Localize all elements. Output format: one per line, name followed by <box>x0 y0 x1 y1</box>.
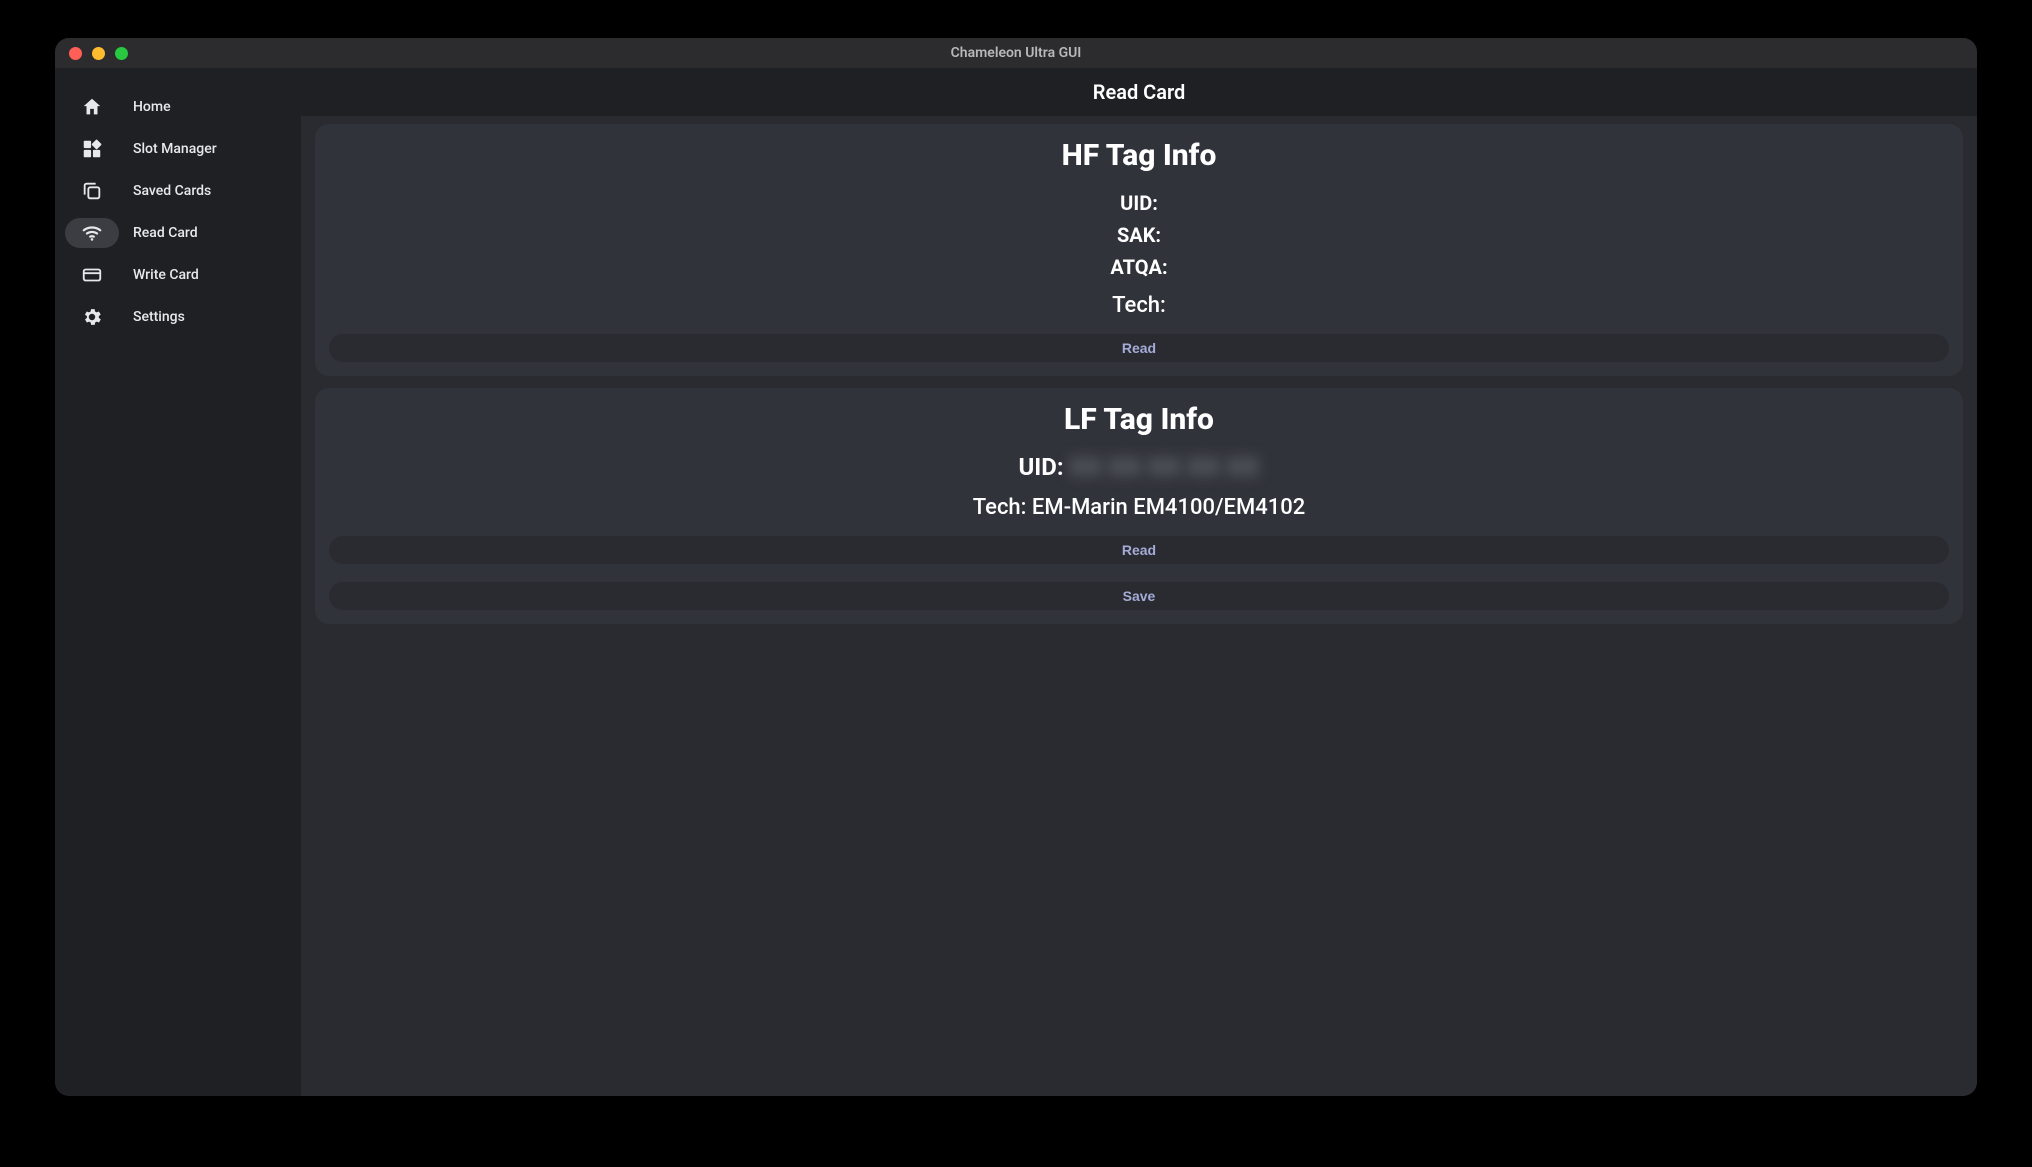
window-title: Chameleon Ultra GUI <box>55 45 1977 61</box>
hf-atqa-label: ATQA: <box>1110 255 1167 279</box>
sidebar-item-label: Saved Cards <box>133 183 211 199</box>
lf-heading: LF Tag Info <box>1064 402 1214 437</box>
wifi-icon <box>81 222 103 244</box>
lf-save-button[interactable]: Save <box>329 582 1949 610</box>
sidebar-item-label: Slot Manager <box>133 141 217 157</box>
hf-sak-label: SAK: <box>1117 223 1161 247</box>
traffic-lights <box>55 47 128 60</box>
hf-heading: HF Tag Info <box>1062 138 1217 173</box>
credit-card-icon <box>81 264 103 286</box>
widgets-icon <box>81 138 103 160</box>
sidebar-item-label: Home <box>133 99 171 115</box>
sidebar-item-write-card[interactable]: Write Card <box>55 254 301 296</box>
gear-icon <box>81 306 103 328</box>
lf-tech-line: Tech: EM-Marin EM4100/EM4102 <box>973 495 1305 520</box>
lf-read-button[interactable]: Read <box>329 536 1949 564</box>
hf-uid-label: UID: <box>1120 191 1158 215</box>
sidebar-item-settings[interactable]: Settings <box>55 296 301 338</box>
sidebar-item-slot-manager[interactable]: Slot Manager <box>55 128 301 170</box>
fullscreen-window-button[interactable] <box>115 47 128 60</box>
body: Home Slot Manager Saved Cards <box>55 68 1977 1096</box>
lf-tag-info-card: LF Tag Info UID: XX XX XX XX XX Tech: EM… <box>315 388 1963 624</box>
sidebar-item-home[interactable]: Home <box>55 86 301 128</box>
main: Read Card HF Tag Info UID: SAK: ATQA: Te… <box>301 68 1977 1096</box>
content: HF Tag Info UID: SAK: ATQA: Tech: Read L… <box>301 116 1977 1096</box>
sidebar-item-label: Write Card <box>133 267 199 283</box>
close-window-button[interactable] <box>69 47 82 60</box>
sidebar-item-read-card[interactable]: Read Card <box>55 212 301 254</box>
lf-uid-value: XX XX XX XX XX <box>1070 453 1260 481</box>
minimize-window-button[interactable] <box>92 47 105 60</box>
page-title: Read Card <box>301 68 1977 116</box>
sidebar: Home Slot Manager Saved Cards <box>55 68 301 1096</box>
app-window: Chameleon Ultra GUI Home Slot Manager <box>55 38 1977 1096</box>
sidebar-item-label: Read Card <box>133 225 198 241</box>
lf-uid-row: UID: XX XX XX XX XX <box>1018 453 1259 481</box>
hf-read-button[interactable]: Read <box>329 334 1949 362</box>
sidebar-item-label: Settings <box>133 309 185 325</box>
home-icon <box>81 96 103 118</box>
hf-tag-info-card: HF Tag Info UID: SAK: ATQA: Tech: Read <box>315 124 1963 376</box>
titlebar: Chameleon Ultra GUI <box>55 38 1977 68</box>
sidebar-item-saved-cards[interactable]: Saved Cards <box>55 170 301 212</box>
copy-icon <box>81 180 103 202</box>
lf-uid-label: UID: <box>1018 453 1063 481</box>
hf-tech-label: Tech: <box>1112 293 1166 318</box>
